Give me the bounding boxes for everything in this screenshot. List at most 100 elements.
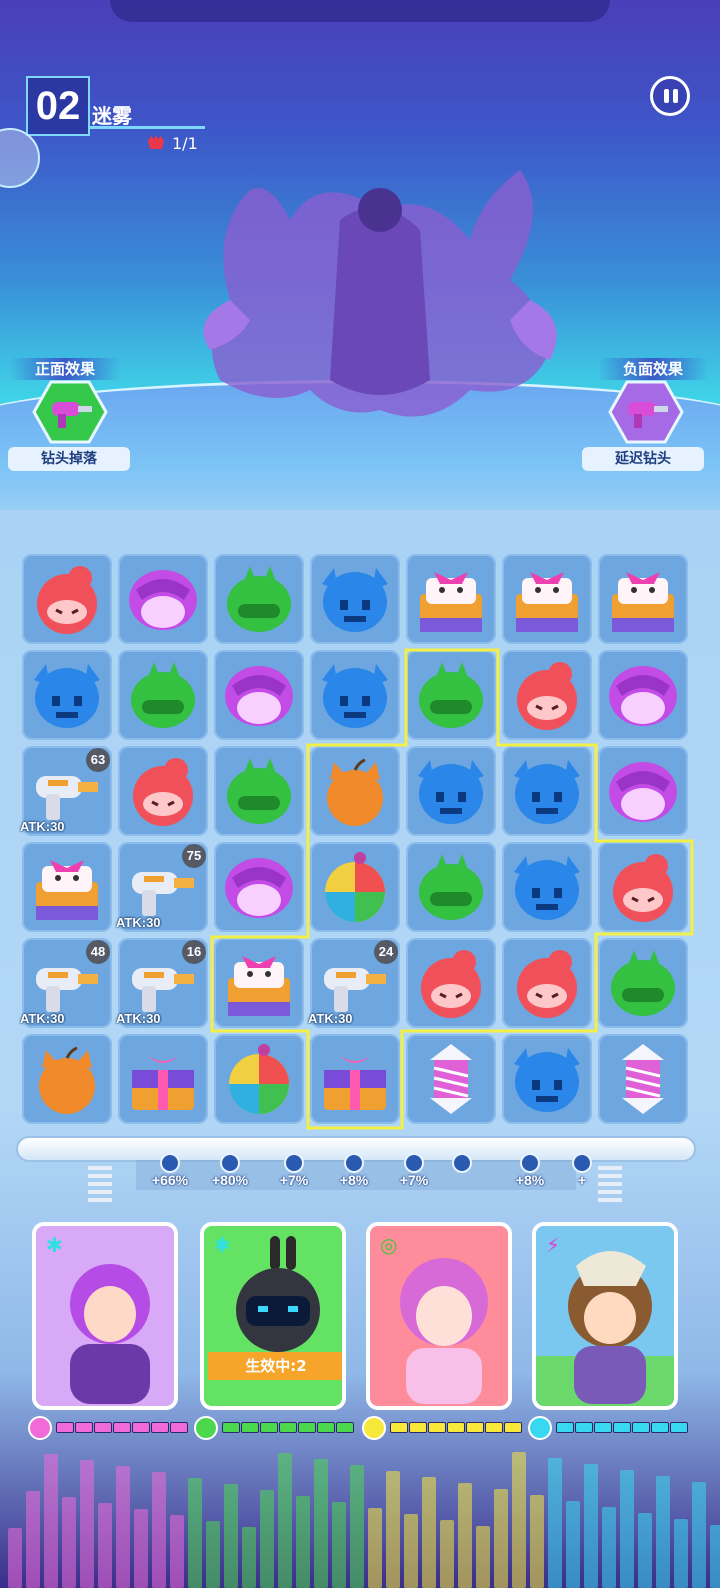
buff-value: +7% [279, 1172, 309, 1188]
buff-icon [284, 1153, 304, 1173]
energy-segment [132, 1422, 150, 1433]
equalizer-bar [80, 1460, 94, 1588]
equalizer-bar [314, 1459, 328, 1588]
equalizer-bar [494, 1489, 508, 1588]
equalizer-bar [8, 1528, 22, 1588]
energy-segment [390, 1422, 408, 1433]
buff-value: +8% [339, 1172, 369, 1188]
hero-card-dino[interactable]: ⚡ [532, 1222, 678, 1410]
energy-segment [56, 1422, 74, 1433]
energy-segment [222, 1422, 240, 1433]
energy-segment [298, 1422, 316, 1433]
energy-element-icon [28, 1416, 52, 1440]
buff-icon [520, 1153, 540, 1173]
energy-segment [241, 1422, 259, 1433]
energy-segment [504, 1422, 522, 1433]
energy-segment [651, 1422, 669, 1433]
buff-icon [344, 1153, 364, 1173]
buff-item: +8% [500, 1152, 560, 1188]
equalizer-bar [548, 1458, 562, 1588]
equalizer-bar [152, 1472, 166, 1588]
buff-item [432, 1152, 492, 1173]
hero-card-purple[interactable]: ✱ [32, 1222, 178, 1410]
equalizer-bar [674, 1519, 688, 1588]
buff-icon [404, 1153, 424, 1173]
spring-left-icon [88, 1166, 112, 1202]
buff-item: +8% [324, 1152, 384, 1188]
equalizer-bar [296, 1496, 310, 1588]
equalizer-bar [98, 1503, 112, 1588]
buff-value: + [577, 1172, 587, 1188]
energy-segment [613, 1422, 631, 1433]
energy-element-icon [528, 1416, 552, 1440]
equalizer-bar [350, 1465, 364, 1588]
energy-segment [151, 1422, 169, 1433]
equalizer-bar [620, 1470, 634, 1588]
equalizer-bar [206, 1521, 220, 1588]
equalizer-bar [404, 1514, 418, 1588]
equalizer-bar [116, 1466, 130, 1588]
equalizer-bar [242, 1527, 256, 1588]
hero-dino-energy-bar [528, 1416, 688, 1440]
svg-text:◎: ◎ [380, 1233, 397, 1257]
hero-purple-portrait: ✱ [36, 1226, 174, 1406]
equalizer-bar [710, 1525, 720, 1588]
energy-segment [485, 1422, 503, 1433]
buff-value: +80% [211, 1172, 249, 1188]
equalizer-bar [440, 1520, 454, 1588]
equalizer-bar [188, 1478, 202, 1588]
buff-item: +7% [264, 1152, 324, 1188]
equalizer-bar [476, 1526, 490, 1588]
equalizer-bar [566, 1501, 580, 1588]
equalizer-bar [530, 1495, 544, 1588]
equalizer-bar [638, 1513, 652, 1588]
buff-value: +7% [399, 1172, 429, 1188]
energy-segment [466, 1422, 484, 1433]
equalizer-bar [584, 1464, 598, 1588]
energy-segment [409, 1422, 427, 1433]
equalizer-bar [44, 1454, 58, 1588]
hero-robot-status: 生效中:2 [208, 1352, 342, 1380]
buff-item: + [552, 1152, 612, 1188]
equalizer-bar [656, 1476, 670, 1588]
energy-segment [594, 1422, 612, 1433]
equalizer-bar [458, 1483, 472, 1588]
energy-segment [575, 1422, 593, 1433]
equalizer-bar [368, 1508, 382, 1588]
energy-segment [317, 1422, 335, 1433]
hero-pink-energy-bar [362, 1416, 522, 1440]
svg-text:✱: ✱ [46, 1233, 63, 1257]
energy-element-icon [362, 1416, 386, 1440]
equalizer-bar [386, 1471, 400, 1588]
equalizer-bar [170, 1515, 184, 1588]
hero-card-pink[interactable]: ◎ [366, 1222, 512, 1410]
buff-item: +66% [140, 1152, 200, 1188]
hero-robot-portrait: ✱ [204, 1226, 342, 1406]
energy-segment [75, 1422, 93, 1433]
hero-robot-energy-bar [194, 1416, 354, 1440]
svg-text:⚡: ⚡ [546, 1233, 560, 1257]
hero-card-robot[interactable]: ✱ 生效中:2 [200, 1222, 346, 1410]
energy-segment [670, 1422, 688, 1433]
equalizer-bar [512, 1452, 526, 1588]
buff-icon [160, 1153, 180, 1173]
energy-segment [113, 1422, 131, 1433]
energy-segment [632, 1422, 650, 1433]
equalizer-bar [26, 1491, 40, 1588]
equalizer-bar [602, 1507, 616, 1588]
hero-dino-portrait: ⚡ [536, 1226, 674, 1406]
buff-value: +8% [515, 1172, 545, 1188]
equalizer-bar [260, 1490, 274, 1588]
equalizer-bar [278, 1453, 292, 1588]
energy-segment [94, 1422, 112, 1433]
energy-segment [556, 1422, 574, 1433]
buff-item: +80% [200, 1152, 260, 1188]
buff-icon [572, 1153, 592, 1173]
buff-icon [220, 1153, 240, 1173]
energy-segment [336, 1422, 354, 1433]
buff-icon [452, 1153, 472, 1173]
energy-segment [170, 1422, 188, 1433]
equalizer-bar [62, 1497, 76, 1588]
energy-segment [447, 1422, 465, 1433]
hero-purple-energy-bar [28, 1416, 188, 1440]
